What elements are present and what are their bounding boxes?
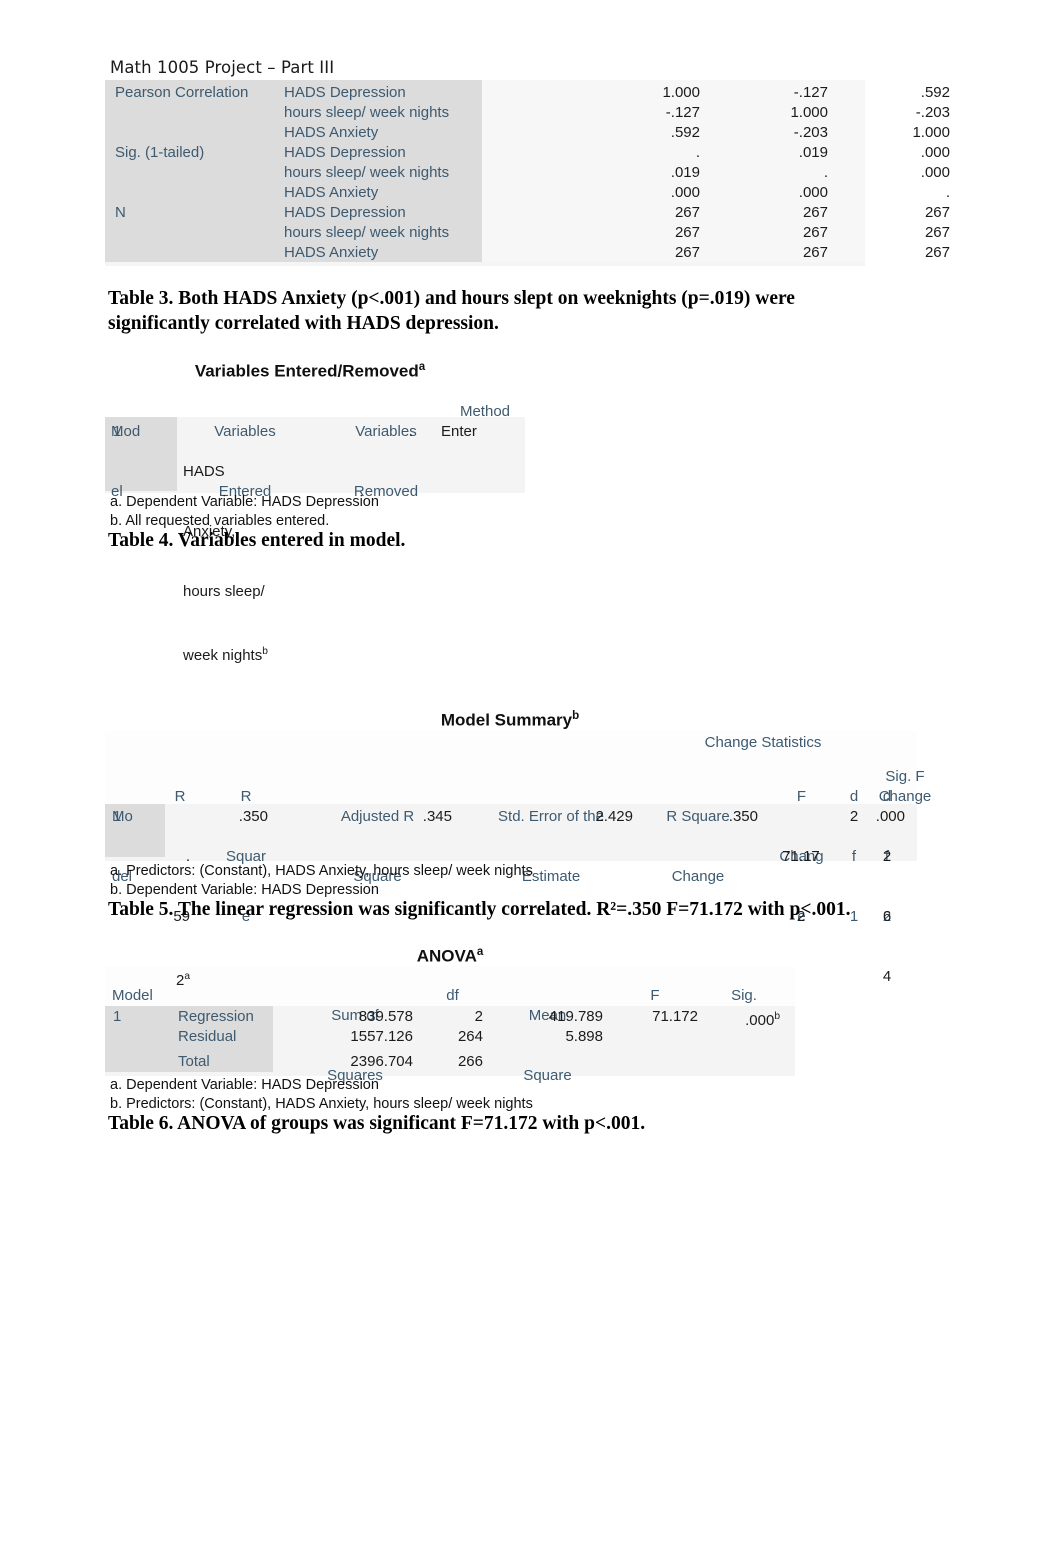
table-4-caption-line1: Table 4. Variables entered in model. [108, 530, 406, 551]
model-summary-title-text: Model Summary [440, 710, 573, 730]
variables-row-model: 1 [113, 423, 122, 440]
variables-header-removed: Variables Removed [321, 382, 451, 542]
correlations-value: 1.000 [912, 124, 950, 141]
correlations-row-label: HADS Depression [284, 144, 406, 161]
model-summary-row-df2-line3: 4 [882, 968, 892, 985]
anova-title-superscript: a [476, 946, 484, 958]
model-summary-table: Change Statistics Mo del R R Squar e Adj… [105, 731, 931, 989]
anova-row-df: 264 [457, 1028, 483, 1045]
variables-header-method: Method [459, 403, 511, 420]
table-3-caption-line2: significantly correlated with HADS depre… [108, 313, 499, 334]
correlations-group-label: N [115, 204, 126, 221]
anova-header-f: F [650, 987, 660, 1004]
model-summary-header-sigfchange-line1: Sig. F [885, 768, 925, 785]
anova-row-sig-superscript: b [774, 1011, 780, 1022]
correlations-row-label: HADS Anxiety [284, 244, 379, 261]
table-6-caption: Table 6. ANOVA of groups was significant… [108, 1111, 958, 1136]
variables-row-removed: . [408, 423, 413, 440]
anova-row-ms: 419.789 [548, 1008, 603, 1025]
model-summary-header-r: R [174, 788, 186, 805]
model-summary-row-stderror: 2.429 [595, 808, 633, 825]
variables-row-method: Enter [441, 423, 477, 440]
anova-row-model: 1 [113, 1008, 122, 1025]
anova-row-source: Regression [178, 1008, 254, 1025]
correlations-value: 267 [924, 224, 950, 241]
variables-row-entered: HADS Anxiety, hours sleep/ week nightsb [183, 422, 313, 706]
correlations-value: -.203 [915, 104, 950, 121]
model-summary-header-sigfchange-line2: Change [878, 788, 932, 805]
model-summary-header-rsquare-line1: R [240, 788, 252, 805]
table-3-caption: Table 3. Both HADS Anxiety (p<.001) and … [108, 286, 908, 336]
correlations-row-label: hours sleep/ week nights [284, 224, 450, 241]
anova-row-df: 2 [474, 1008, 483, 1025]
anova-row-ms: 5.898 [565, 1028, 603, 1045]
anova-row-df: 266 [457, 1053, 483, 1070]
correlations-row-label: HADS Anxiety [284, 184, 379, 201]
model-summary-header-rsqchange-line2: Change [671, 868, 725, 885]
table-5-caption-line1: Table 5. The linear regression was signi… [108, 899, 851, 920]
variables-row-entered-line1: HADS [183, 463, 225, 480]
anova-table: Model Sum of Squares df Mean Square F Si… [105, 966, 795, 1084]
model-summary-title: Model Summaryb [105, 710, 915, 731]
variables-row-entered-line3: hours sleep/ [183, 583, 265, 600]
variables-row-entered-line4-text: week nights [183, 647, 263, 664]
anova-row-source: Total [178, 1053, 210, 1070]
model-summary-row-r-superscript: a [184, 971, 190, 982]
correlations-row-label: HADS Depression [284, 204, 406, 221]
variables-row-entered-superscript: b [262, 646, 268, 657]
correlations-group-label: Sig. (1-tailed) [115, 144, 205, 161]
table-3-caption-line1: Table 3. Both HADS Anxiety (p<.001) and … [108, 288, 795, 309]
anova-row-sig: .000b [705, 1007, 780, 1031]
model-summary-footnote-a: a. Predictors: (Constant), HADS Anxiety,… [110, 863, 533, 879]
anova-header-model: Model [112, 987, 153, 1004]
anova-row-sig-text: .000 [745, 1012, 775, 1029]
correlations-table: Pearson Correlation HADS Depression 1.00… [105, 80, 950, 266]
anova-row-ss: 2396.704 [350, 1053, 413, 1070]
model-summary-header-rsquare: R Squar e [210, 747, 282, 967]
anova-row-f: 71.172 [652, 1008, 698, 1025]
correlations-value: 267 [924, 204, 950, 221]
variables-entered-removed-table: Mod el Variables Entered Variables Remov… [105, 381, 525, 664]
correlations-value: 267 [924, 244, 950, 261]
correlations-value: .000 [920, 164, 950, 181]
correlations-group-label: Pearson Correlation [115, 84, 249, 101]
correlations-row-label: hours sleep/ week nights [284, 104, 450, 121]
model-summary-title-superscript: b [572, 710, 580, 722]
document-header: Math 1005 Project – Part III [110, 58, 335, 77]
anova-header-ms-line2: Square [523, 1067, 572, 1084]
correlations-value: .000 [920, 144, 950, 161]
correlations-row-label: HADS Depression [284, 84, 406, 101]
correlations-row-label: HADS Anxiety [284, 124, 379, 141]
anova-header-sig: Sig. [731, 987, 757, 1004]
document-page: Math 1005 Project – Part III Pearson Cor… [0, 0, 1062, 1556]
model-summary-header-df1-line2: f [851, 848, 857, 865]
anova-row-source: Residual [178, 1028, 237, 1045]
anova-row-ss: 1557.126 [350, 1028, 413, 1045]
anova-title-text: ANOVA [416, 946, 477, 966]
anova-title: ANOVAa [105, 946, 795, 967]
anova-header-df: df [446, 987, 459, 1004]
model-summary-row-df2-line1: 2 [882, 848, 892, 865]
model-summary-row-sigfchange: .000 [875, 808, 905, 825]
table-6-caption-line1: Table 6. ANOVA of groups was significant… [108, 1113, 646, 1134]
variables-table-title-text: Variables Entered/Removed [194, 361, 419, 381]
model-summary-row-rsqchange: .350 [728, 808, 758, 825]
model-summary-row-rsquare: .350 [238, 808, 268, 825]
model-summary-row-fchange-line1: 71.17 [782, 848, 820, 865]
variables-footnote-a: a. Dependent Variable: HADS Depression [110, 494, 379, 510]
correlations-value: .592 [920, 84, 950, 101]
variables-row-entered-line4: week nightsb [183, 642, 313, 666]
correlations-row-label: hours sleep/ week nights [284, 164, 450, 181]
anova-footnote-a: a. Dependent Variable: HADS Depression [110, 1077, 379, 1093]
table-4-caption: Table 4. Variables entered in model. [108, 528, 908, 553]
model-summary-row-fchange: 71.17 2 [765, 807, 837, 967]
model-summary-row-adjusted: .345 [422, 808, 452, 825]
variables-table-title-superscript: a [418, 361, 426, 373]
table-5-caption: Table 5. The linear regression was signi… [108, 897, 958, 922]
anova-row-ss: 839.578 [358, 1008, 413, 1025]
variables-table-title: Variables Entered/Removeda [110, 361, 510, 382]
correlations-value: . [945, 184, 950, 201]
